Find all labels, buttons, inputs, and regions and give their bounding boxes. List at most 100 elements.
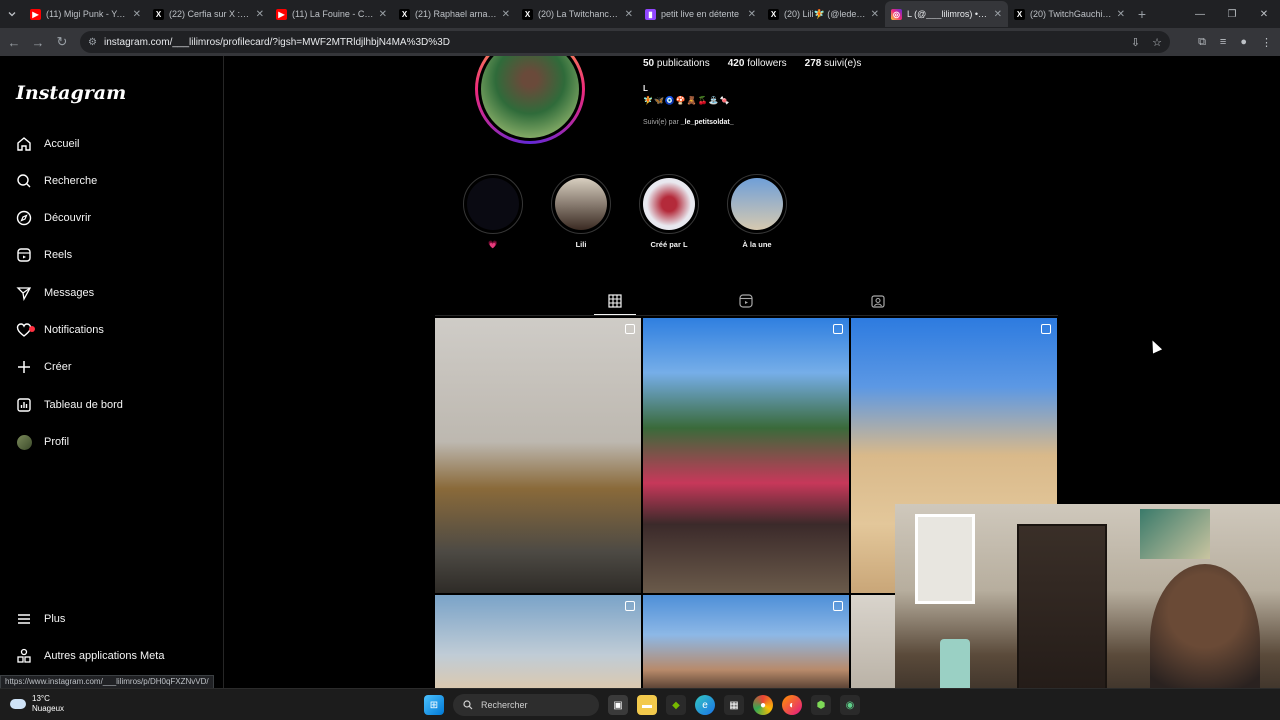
weather-condition: Nuageux bbox=[32, 704, 65, 713]
following-stat[interactable]: 278 suivi(e)s bbox=[805, 58, 862, 69]
sidebar-item-creer[interactable]: Créer bbox=[16, 353, 72, 381]
story-highlight[interactable]: Lili bbox=[550, 174, 612, 249]
reels-tab-icon bbox=[739, 294, 753, 308]
windows-start-icon[interactable]: ⊞ bbox=[424, 695, 444, 715]
x-icon: X bbox=[768, 8, 779, 20]
task-view-icon[interactable]: ▣ bbox=[608, 695, 628, 715]
grid-icon bbox=[608, 294, 622, 308]
address-bar[interactable]: ⚙ instagram.com/___lilimros/profilecard/… bbox=[80, 31, 1170, 53]
close-tab-icon[interactable]: ✕ bbox=[133, 9, 141, 20]
followed-by[interactable]: Suivi(e) par _le_petitsoldat_ bbox=[643, 119, 734, 126]
story-highlight[interactable]: Créé par L bbox=[638, 174, 700, 249]
app-icon[interactable]: ⬢ bbox=[811, 695, 831, 715]
tab-title: (11) La Fouine - Crim bbox=[292, 9, 374, 19]
sidebar-item-reels[interactable]: Reels bbox=[16, 241, 72, 269]
restore-icon[interactable]: ❐ bbox=[1216, 0, 1248, 28]
tab-posts[interactable] bbox=[605, 292, 625, 310]
tab-search-button[interactable] bbox=[0, 0, 24, 28]
close-window-icon[interactable]: ✕ bbox=[1248, 0, 1280, 28]
taskbar-search[interactable]: Rechercher bbox=[453, 694, 599, 716]
media-controls-icon[interactable]: ≡ bbox=[1220, 36, 1226, 48]
profile-icon[interactable]: ● bbox=[1240, 36, 1247, 48]
reels-icon bbox=[16, 247, 32, 263]
post-thumbnail[interactable] bbox=[435, 318, 641, 593]
browser-toolbar: ← → ↻ ⚙ instagram.com/___lilimros/profil… bbox=[0, 28, 1280, 56]
browser-tab[interactable]: ▮ petit live en détente ✕ bbox=[639, 1, 762, 27]
meta-apps-icon bbox=[16, 648, 32, 664]
store-icon[interactable]: ▦ bbox=[724, 695, 744, 715]
post-thumbnail[interactable] bbox=[643, 595, 849, 688]
close-tab-icon[interactable]: ✕ bbox=[625, 9, 633, 20]
browser-tab[interactable]: X (22) Cerfia sur X : "ce ✕ bbox=[147, 1, 270, 27]
story-highlight[interactable]: À la une bbox=[726, 174, 788, 249]
post-thumbnail[interactable] bbox=[643, 318, 849, 593]
close-tab-icon[interactable]: ✕ bbox=[1117, 9, 1125, 20]
dashboard-icon bbox=[16, 397, 32, 413]
nvidia-icon[interactable]: ◆ bbox=[666, 695, 686, 715]
browser-tab[interactable]: ▶ (11) La Fouine - Crim ✕ bbox=[270, 1, 393, 27]
temperature: 13°C bbox=[32, 694, 50, 703]
poster bbox=[1140, 509, 1210, 559]
close-tab-icon[interactable]: ✕ bbox=[994, 9, 1002, 20]
install-app-icon[interactable]: ⇩ bbox=[1131, 36, 1140, 49]
tab-title: (21) Raphael arnault bbox=[415, 9, 497, 19]
post-thumbnail[interactable] bbox=[435, 595, 641, 688]
tab-title: (11) Migi Punk - YouT bbox=[46, 9, 128, 19]
more-menu-icon[interactable]: ⋮ bbox=[1261, 36, 1272, 49]
sidebar-item-plus[interactable]: Plus bbox=[16, 605, 65, 633]
file-explorer-icon[interactable]: ▬ bbox=[637, 695, 657, 715]
browser-tab[interactable]: X (21) Raphael arnault ✕ bbox=[393, 1, 516, 27]
notification-dot bbox=[29, 326, 35, 332]
sidebar-item-tableau-de-bord[interactable]: Tableau de bord bbox=[16, 391, 123, 419]
profile-stats: 50 publications 420 followers 278 suivi(… bbox=[643, 58, 861, 69]
tab-title: (20) Lili🧚 (@ledestin bbox=[784, 8, 866, 19]
sidebar-item-decouvrir[interactable]: Découvrir bbox=[16, 204, 91, 232]
new-tab-button[interactable]: + bbox=[1131, 6, 1153, 22]
chrome-icon[interactable]: ● bbox=[753, 695, 773, 715]
browser-tab[interactable]: X (20) TwitchGauchiste ✕ bbox=[1008, 1, 1131, 27]
close-tab-icon[interactable]: ✕ bbox=[502, 9, 510, 20]
minimize-icon[interactable]: — bbox=[1184, 0, 1216, 28]
tab-reels[interactable] bbox=[736, 292, 756, 310]
close-tab-icon[interactable]: ✕ bbox=[748, 9, 756, 20]
sidebar-item-profil[interactable]: Profil bbox=[16, 428, 69, 456]
sidebar-item-recherche[interactable]: Recherche bbox=[16, 167, 97, 195]
twitch-icon: ▮ bbox=[645, 8, 656, 20]
highlight-label: Créé par L bbox=[650, 240, 688, 249]
browser-tab[interactable]: X (20) La Twitchance (@ ✕ bbox=[516, 1, 639, 27]
sidebar-item-accueil[interactable]: Accueil bbox=[16, 130, 79, 158]
sidebar-item-messages[interactable]: Messages bbox=[16, 279, 94, 307]
story-highlight[interactable]: 💗 bbox=[462, 174, 524, 249]
tab-tagged[interactable] bbox=[868, 292, 888, 310]
weather-widget[interactable]: 13°C Nuageux bbox=[10, 694, 64, 714]
close-tab-icon[interactable]: ✕ bbox=[256, 9, 264, 20]
bookmark-star-icon[interactable]: ☆ bbox=[1152, 36, 1162, 49]
sidebar-item-notifications[interactable]: Notifications bbox=[16, 316, 104, 344]
browser-tab[interactable]: ▶ (11) Migi Punk - YouT ✕ bbox=[24, 1, 147, 27]
window-controls: — ❐ ✕ bbox=[1184, 0, 1280, 28]
browser-tab[interactable]: X (20) Lili🧚 (@ledestin ✕ bbox=[762, 1, 885, 27]
close-tab-icon[interactable]: ✕ bbox=[871, 9, 879, 20]
followers-stat[interactable]: 420 followers bbox=[728, 58, 787, 69]
highlight-label: 💗 bbox=[488, 240, 498, 249]
forward-icon[interactable]: → bbox=[26, 30, 50, 54]
sidebar-item-meta-apps[interactable]: Autres applications Meta bbox=[16, 642, 164, 670]
edge-icon[interactable]: e bbox=[695, 695, 715, 715]
windows-taskbar: 13°C Nuageux ⊞ Rechercher ▣ ▬ ◆ e ▦ ● ◐ … bbox=[0, 688, 1280, 720]
firefox-icon[interactable]: ◐ bbox=[782, 695, 802, 715]
obs-like-icon[interactable]: ◉ bbox=[840, 695, 860, 715]
close-tab-icon[interactable]: ✕ bbox=[379, 9, 387, 20]
extensions-icon[interactable]: ⧉ bbox=[1198, 36, 1206, 49]
profile-picture[interactable] bbox=[475, 56, 585, 144]
reload-icon[interactable]: ↻ bbox=[50, 30, 74, 54]
profile-bio: 🧚🦋🧿🍄🧸🍒⛲🍬 bbox=[643, 96, 731, 105]
sidebar-item-label: Notifications bbox=[44, 324, 104, 336]
back-icon[interactable]: ← bbox=[2, 30, 26, 54]
browser-tab-active[interactable]: ◎ L (@___lilimros) • Pho ✕ bbox=[885, 1, 1008, 27]
avatar-icon bbox=[16, 434, 32, 450]
instagram-logo[interactable]: Instagram bbox=[16, 82, 126, 104]
plus-icon bbox=[16, 359, 32, 375]
cloud-icon bbox=[10, 699, 26, 709]
instagram-icon: ◎ bbox=[891, 8, 902, 20]
site-info-icon[interactable]: ⚙ bbox=[88, 37, 104, 48]
